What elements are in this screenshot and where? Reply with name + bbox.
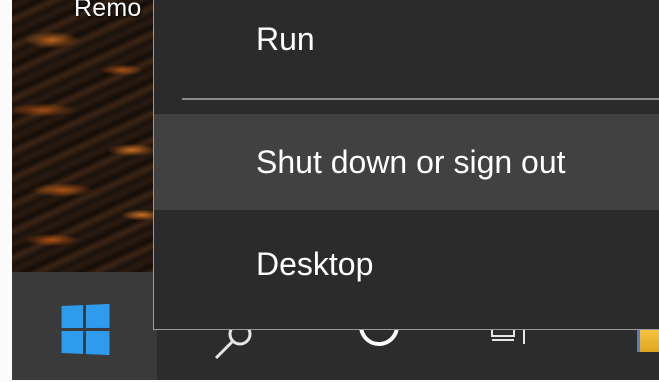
screen: Remo Run Shut down or sign out Desktop [0, 0, 659, 382]
menu-item-label: Desktop [256, 245, 374, 282]
windows-logo-icon [61, 303, 111, 356]
power-user-context-menu: Run Shut down or sign out Desktop [153, 0, 659, 330]
menu-item-label: Shut down or sign out [256, 143, 566, 180]
menu-item-run[interactable]: Run [154, 0, 659, 84]
start-button[interactable] [12, 272, 157, 380]
menu-item-shut-down-or-sign-out[interactable]: Shut down or sign out [154, 114, 659, 210]
menu-item-label: Run [256, 20, 315, 57]
menu-separator [182, 98, 659, 100]
desktop-wallpaper: Remo [12, 0, 162, 272]
file-explorer-icon[interactable] [637, 330, 659, 352]
menu-item-desktop[interactable]: Desktop [154, 218, 659, 310]
desktop-icon-label[interactable]: Remo [74, 0, 142, 23]
